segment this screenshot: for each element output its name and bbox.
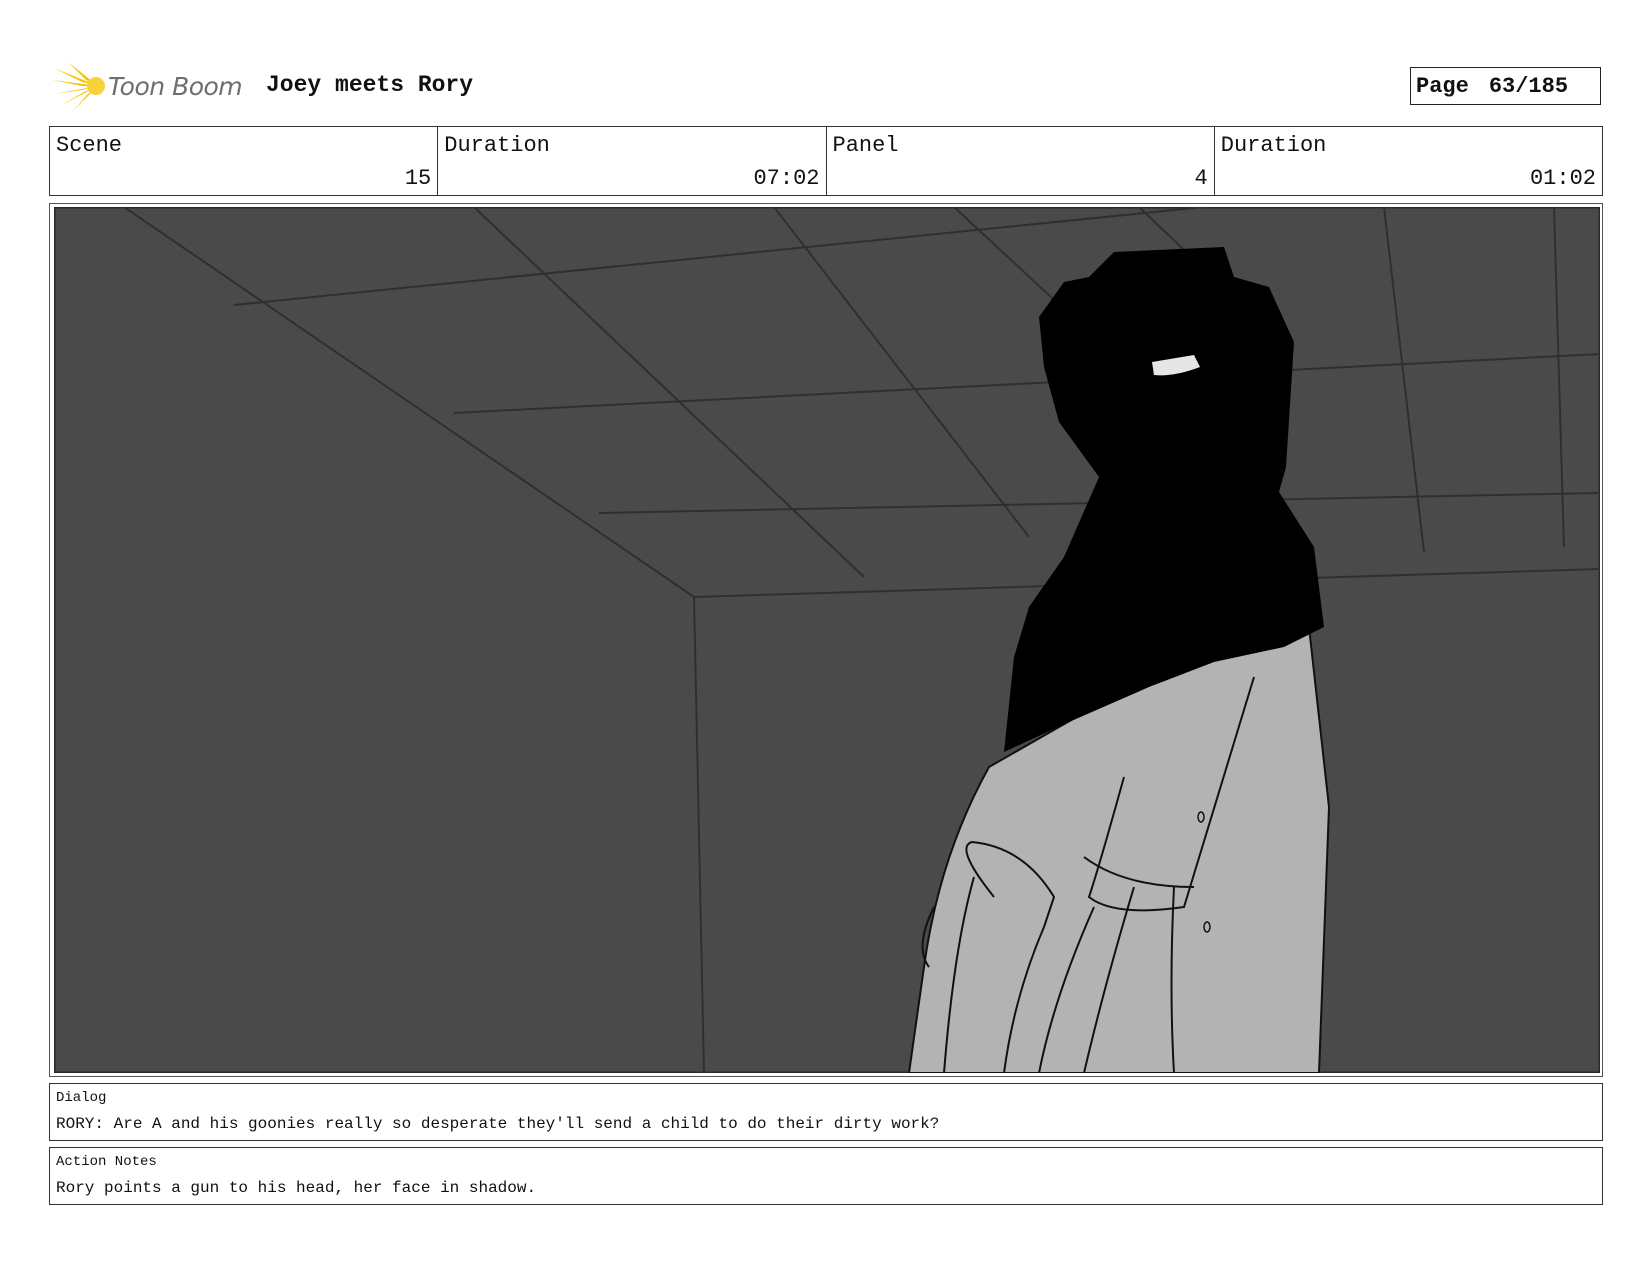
scene-value: 15 <box>404 166 432 191</box>
panel-duration-value: 01:02 <box>1529 166 1596 191</box>
panel-cell: Panel 4 <box>825 127 1214 195</box>
scene-info-bar: Scene 15 Duration 07:02 Panel 4 Duration… <box>49 126 1603 196</box>
panel-duration-cell: Duration 01:02 <box>1213 127 1602 195</box>
action-notes-label: Action Notes <box>56 1154 157 1170</box>
toon-boom-logo: Toon Boom <box>52 58 243 114</box>
dialog-box: Dialog RORY: Are A and his goonies reall… <box>49 1083 1603 1141</box>
panel-value: 4 <box>1194 166 1208 191</box>
panel-duration-label: Duration <box>1220 133 1327 158</box>
storyboard-panel-image <box>54 207 1600 1073</box>
dialog-label: Dialog <box>56 1090 107 1106</box>
action-notes-text: Rory points a gun to his head, her face … <box>56 1179 537 1197</box>
scene-duration-label: Duration <box>444 133 550 158</box>
logo-text: Toon Boom <box>108 71 243 101</box>
scene-duration-value: 07:02 <box>753 166 820 191</box>
panel-label: Panel <box>832 133 899 158</box>
page-indicator: Page 63/185 <box>1410 67 1601 105</box>
page-label: Page <box>1416 73 1469 99</box>
dialog-text: RORY: Are A and his goonies really so de… <box>56 1115 940 1133</box>
project-title: Joey meets Rory <box>266 72 474 98</box>
scene-label: Scene <box>56 133 123 158</box>
scene-duration-cell: Duration 07:02 <box>437 127 825 195</box>
starburst-logo-icon <box>52 62 105 112</box>
action-notes-box: Action Notes Rory points a gun to his he… <box>49 1147 1603 1205</box>
page-number: 63/185 <box>1488 73 1569 99</box>
scene-cell: Scene 15 <box>50 127 437 195</box>
